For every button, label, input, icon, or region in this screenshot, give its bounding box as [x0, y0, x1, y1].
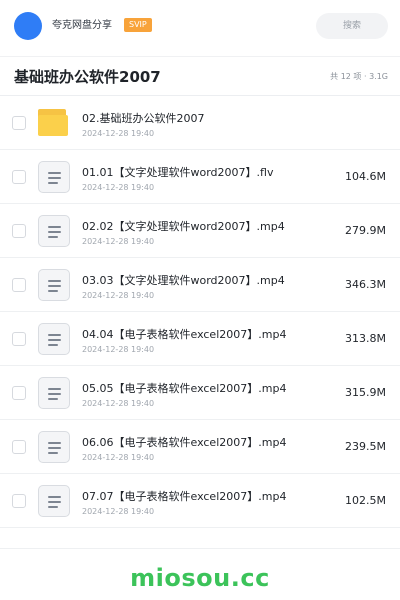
select-checkbox[interactable]: [12, 494, 26, 508]
file-size: 104.6M: [345, 170, 386, 183]
file-size: 239.5M: [345, 440, 386, 453]
list-item[interactable]: 01.01【文字处理软件word2007】.flv 2024-12-28 19:…: [0, 150, 400, 204]
avatar[interactable]: [14, 12, 42, 40]
list-item[interactable]: 05.05【电子表格软件excel2007】.mp4 2024-12-28 19…: [0, 366, 400, 420]
video-file-icon: [38, 485, 70, 517]
select-checkbox[interactable]: [12, 278, 26, 292]
file-date: 2024-12-28 19:40: [82, 345, 155, 354]
select-checkbox[interactable]: [12, 440, 26, 454]
top-bar: 夸克网盘分享 SVIP 搜索: [0, 0, 400, 52]
folder-icon: [38, 107, 70, 139]
file-date: 2024-12-28 19:40: [82, 237, 155, 246]
list-item[interactable]: 07.07【电子表格软件excel2007】.mp4 2024-12-28 19…: [0, 474, 400, 528]
file-name: 04.04【电子表格软件excel2007】.mp4: [82, 328, 287, 341]
list-item[interactable]: 04.04【电子表格软件excel2007】.mp4 2024-12-28 19…: [0, 312, 400, 366]
video-file-icon: [38, 431, 70, 463]
file-size: 313.8M: [345, 332, 386, 345]
file-date: 2024-12-28 19:40: [82, 453, 155, 462]
file-size: 279.9M: [345, 224, 386, 237]
folder-meta: 共 12 项 · 3.1G: [330, 72, 388, 81]
file-size: 315.9M: [345, 386, 386, 399]
video-file-icon: [38, 377, 70, 409]
watermark: miosou.cc: [130, 564, 270, 592]
list-item[interactable]: 02.02【文字处理软件word2007】.mp4 2024-12-28 19:…: [0, 204, 400, 258]
video-file-icon: [38, 323, 70, 355]
select-checkbox[interactable]: [12, 224, 26, 238]
select-checkbox[interactable]: [12, 170, 26, 184]
video-file-icon: [38, 269, 70, 301]
select-checkbox[interactable]: [12, 116, 26, 130]
folder-header: 基础班办公软件2007 共 12 项 · 3.1G: [0, 56, 400, 96]
list-item[interactable]: 03.03【文字处理软件word2007】.mp4 2024-12-28 19:…: [0, 258, 400, 312]
file-date: 2024-12-28 19:40: [82, 291, 155, 300]
file-name: 07.07【电子表格软件excel2007】.mp4: [82, 490, 287, 503]
file-date: 2024-12-28 19:40: [82, 129, 155, 138]
list-item[interactable]: 06.06【电子表格软件excel2007】.mp4 2024-12-28 19…: [0, 420, 400, 474]
search-button[interactable]: 搜索: [316, 13, 388, 39]
select-checkbox[interactable]: [12, 386, 26, 400]
page-title: 基础班办公软件2007: [14, 68, 161, 86]
video-file-icon: [38, 161, 70, 193]
file-list: 02.基础班办公软件2007 2024-12-28 19:40 01.01【文字…: [0, 96, 400, 528]
file-name: 01.01【文字处理软件word2007】.flv: [82, 166, 274, 179]
file-name: 02.02【文字处理软件word2007】.mp4: [82, 220, 285, 233]
file-name: 02.基础班办公软件2007: [82, 112, 205, 125]
list-item[interactable]: 02.基础班办公软件2007 2024-12-28 19:40: [0, 96, 400, 150]
file-date: 2024-12-28 19:40: [82, 399, 155, 408]
video-file-icon: [38, 215, 70, 247]
file-date: 2024-12-28 19:40: [82, 183, 155, 192]
file-date: 2024-12-28 19:40: [82, 507, 155, 516]
select-checkbox[interactable]: [12, 332, 26, 346]
file-name: 05.05【电子表格软件excel2007】.mp4: [82, 382, 287, 395]
svip-badge: SVIP: [124, 18, 152, 32]
file-name: 06.06【电子表格软件excel2007】.mp4: [82, 436, 287, 449]
file-name: 03.03【文字处理软件word2007】.mp4: [82, 274, 285, 287]
file-size: 102.5M: [345, 494, 386, 507]
user-name[interactable]: 夸克网盘分享: [52, 19, 112, 33]
file-size: 346.3M: [345, 278, 386, 291]
